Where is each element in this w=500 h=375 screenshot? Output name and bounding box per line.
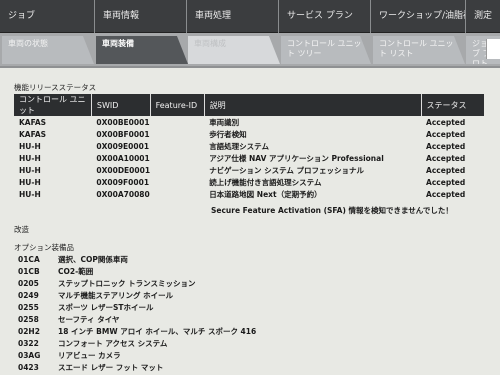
options-title: オプション装備品 (14, 243, 74, 252)
cell-swid: 0X00A10001 (96, 153, 150, 163)
nav-job[interactable]: ジョブ (0, 0, 95, 33)
cell-status: Accepted (426, 141, 466, 151)
cell-feature (150, 128, 204, 140)
table-row[interactable]: HU-H 0X00A10001 アジア仕様 NAV アプリケーション Profe… (14, 152, 484, 164)
option-name: コンフォート アクセス システム (58, 339, 168, 348)
header-feature-id[interactable]: Feature-ID (150, 94, 205, 116)
cell-unit: HU-H (19, 177, 41, 187)
option-name: 18 インチ BMW アロイ ホイール、マルチ スポーク 416 (58, 327, 257, 336)
option-code: 02H2 (18, 327, 40, 336)
tab-vehicle-configuration[interactable]: 車両構成 (188, 36, 280, 64)
option-name: マルチ機能ステアリング ホイール (58, 291, 174, 300)
cell-unit: KAFAS (19, 129, 47, 139)
cell-swid: 0X009F0001 (96, 177, 150, 187)
table-row[interactable]: HU-H 0X009E0001 言語処理システム Accepted (14, 140, 484, 152)
list-item[interactable]: 03AG リアビュー カメラ (18, 350, 121, 361)
option-code: 03AG (18, 351, 41, 360)
option-name: ステップトロニック トランスミッション (58, 279, 196, 288)
option-name: スエード レザー フット マット (58, 363, 164, 372)
table-row[interactable]: KAFAS 0X00BE0001 車両識別 Accepted (14, 116, 484, 128)
cell-status: Accepted (426, 177, 466, 187)
cell-status: Accepted (426, 117, 466, 127)
table-row[interactable]: HU-H 0X009F0001 読上げ機能付き言語処理システム Accepted (14, 176, 484, 188)
list-item[interactable]: 0322 コンフォート アクセス システム (18, 338, 167, 349)
tab-vehicle-equipment[interactable]: 車両装備 (96, 36, 188, 64)
header-description[interactable]: 説明 (204, 94, 422, 116)
cell-description: 車両識別 (209, 117, 240, 127)
nav-vehicle-processing[interactable]: 車両処理 (187, 0, 279, 33)
cell-description: ナビゲーション システム プロフェッショナル (209, 165, 365, 175)
option-name: CO2-範囲 (58, 267, 94, 276)
list-item[interactable]: 01CA 選択、COP関係車両 (18, 254, 128, 265)
cell-swid: 0X00A70080 (96, 189, 150, 199)
table-row[interactable]: KAFAS 0X00BF0001 歩行者検知 Accepted (14, 128, 484, 140)
option-name: リアビュー カメラ (58, 351, 121, 360)
table-header: コントロール ユニット SWID Feature-ID 説明 ステータス (14, 94, 484, 116)
cell-swid: 0X009E0001 (96, 141, 150, 151)
cell-unit: HU-H (19, 165, 41, 175)
cell-status: Accepted (426, 129, 466, 139)
nav-vehicle-info[interactable]: 車両情報 (95, 0, 187, 33)
tab-control-unit-tree[interactable]: コントロール ユニット ツリー (281, 36, 371, 64)
cell-feature (150, 152, 204, 164)
nav-service-plan[interactable]: サービス プラン (279, 0, 371, 33)
option-name: スポーツ レザーSTホイール (58, 303, 154, 312)
tab-vehicle-state[interactable]: 車両の状態 (2, 36, 94, 64)
cell-description: 言語処理システム (209, 141, 269, 151)
header-swid[interactable]: SWID (91, 94, 151, 116)
cell-feature (150, 164, 204, 176)
list-item[interactable]: 0255 スポーツ レザーSTホイール (18, 302, 153, 313)
header-status[interactable]: ステータス (421, 94, 484, 116)
option-code: 0322 (18, 339, 39, 348)
cell-description: 読上げ機能付き言語処理システム (209, 177, 322, 187)
list-item[interactable]: 0423 スエード レザー フット マット (18, 362, 163, 373)
list-item[interactable]: 01CB CO2-範囲 (18, 266, 93, 277)
release-status-table: コントロール ユニット SWID Feature-ID 説明 ステータス KAF… (14, 94, 484, 200)
table-row[interactable]: HU-H 0X00DE0001 ナビゲーション システム プロフェッショナル A… (14, 164, 484, 176)
cell-description: 歩行者検知 (209, 129, 247, 139)
nav-measurement[interactable]: 測定 (466, 0, 500, 33)
main-panel: 機能リリースステータス コントロール ユニット SWID Feature-ID … (0, 66, 500, 375)
option-name: 選択、COP関係車両 (58, 255, 128, 264)
option-name: セーフティ タイヤ (58, 315, 120, 324)
cell-unit: HU-H (19, 189, 41, 199)
list-item[interactable]: 02H2 18 インチ BMW アロイ ホイール、マルチ スポーク 416 (18, 326, 256, 337)
list-item[interactable]: 0258 セーフティ タイヤ (18, 314, 120, 325)
cell-status: Accepted (426, 189, 466, 199)
option-code: 0258 (18, 315, 39, 324)
cell-feature (150, 140, 204, 152)
nav-workshop[interactable]: ワークショップ/油脂補 (371, 0, 466, 33)
option-code: 0249 (18, 291, 39, 300)
option-code: 0423 (18, 363, 39, 372)
cell-feature (150, 116, 204, 128)
cell-swid: 0X00BF0001 (96, 129, 150, 139)
top-navigation: ジョブ 車両情報 車両処理 サービス プラン ワークショップ/油脂補 測定 (0, 0, 500, 33)
list-item[interactable]: 0249 マルチ機能ステアリング ホイール (18, 290, 173, 301)
option-code: 0205 (18, 279, 39, 288)
scroll-handle[interactable] (486, 39, 500, 59)
cell-unit: HU-H (19, 153, 41, 163)
cell-status: Accepted (426, 165, 466, 175)
sfa-warning-message: Secure Feature Activation (SFA) 情報を検知できま… (211, 206, 453, 215)
cell-description: アジア仕様 NAV アプリケーション Professional (209, 153, 384, 163)
list-item[interactable]: 0205 ステップトロニック トランスミッション (18, 278, 195, 289)
header-control-unit[interactable]: コントロール ユニット (14, 94, 92, 116)
cell-swid: 0X00BE0001 (96, 117, 150, 127)
cell-status: Accepted (426, 153, 466, 163)
cell-description: 日本道路地図 Next（定期予約） (209, 189, 322, 199)
option-code: 0255 (18, 303, 39, 312)
cell-swid: 0X00DE0001 (96, 165, 151, 175)
option-code: 01CA (18, 255, 40, 264)
sub-tab-bar: 車両の状態 車両装備 車両構成 コントロール ユニット ツリー コントロール ユ… (0, 33, 500, 66)
cell-unit: KAFAS (19, 117, 47, 127)
release-status-title: 機能リリースステータス (14, 83, 97, 92)
table-row[interactable]: HU-H 0X00A70080 日本道路地図 Next（定期予約） Accept… (14, 188, 484, 200)
cell-unit: HU-H (19, 141, 41, 151)
modification-title: 改造 (14, 225, 29, 234)
tab-control-unit-list[interactable]: コントロール ユニット リスト (373, 36, 465, 64)
cell-feature (150, 176, 204, 188)
cell-feature (150, 188, 204, 200)
option-code: 01CB (18, 267, 40, 276)
